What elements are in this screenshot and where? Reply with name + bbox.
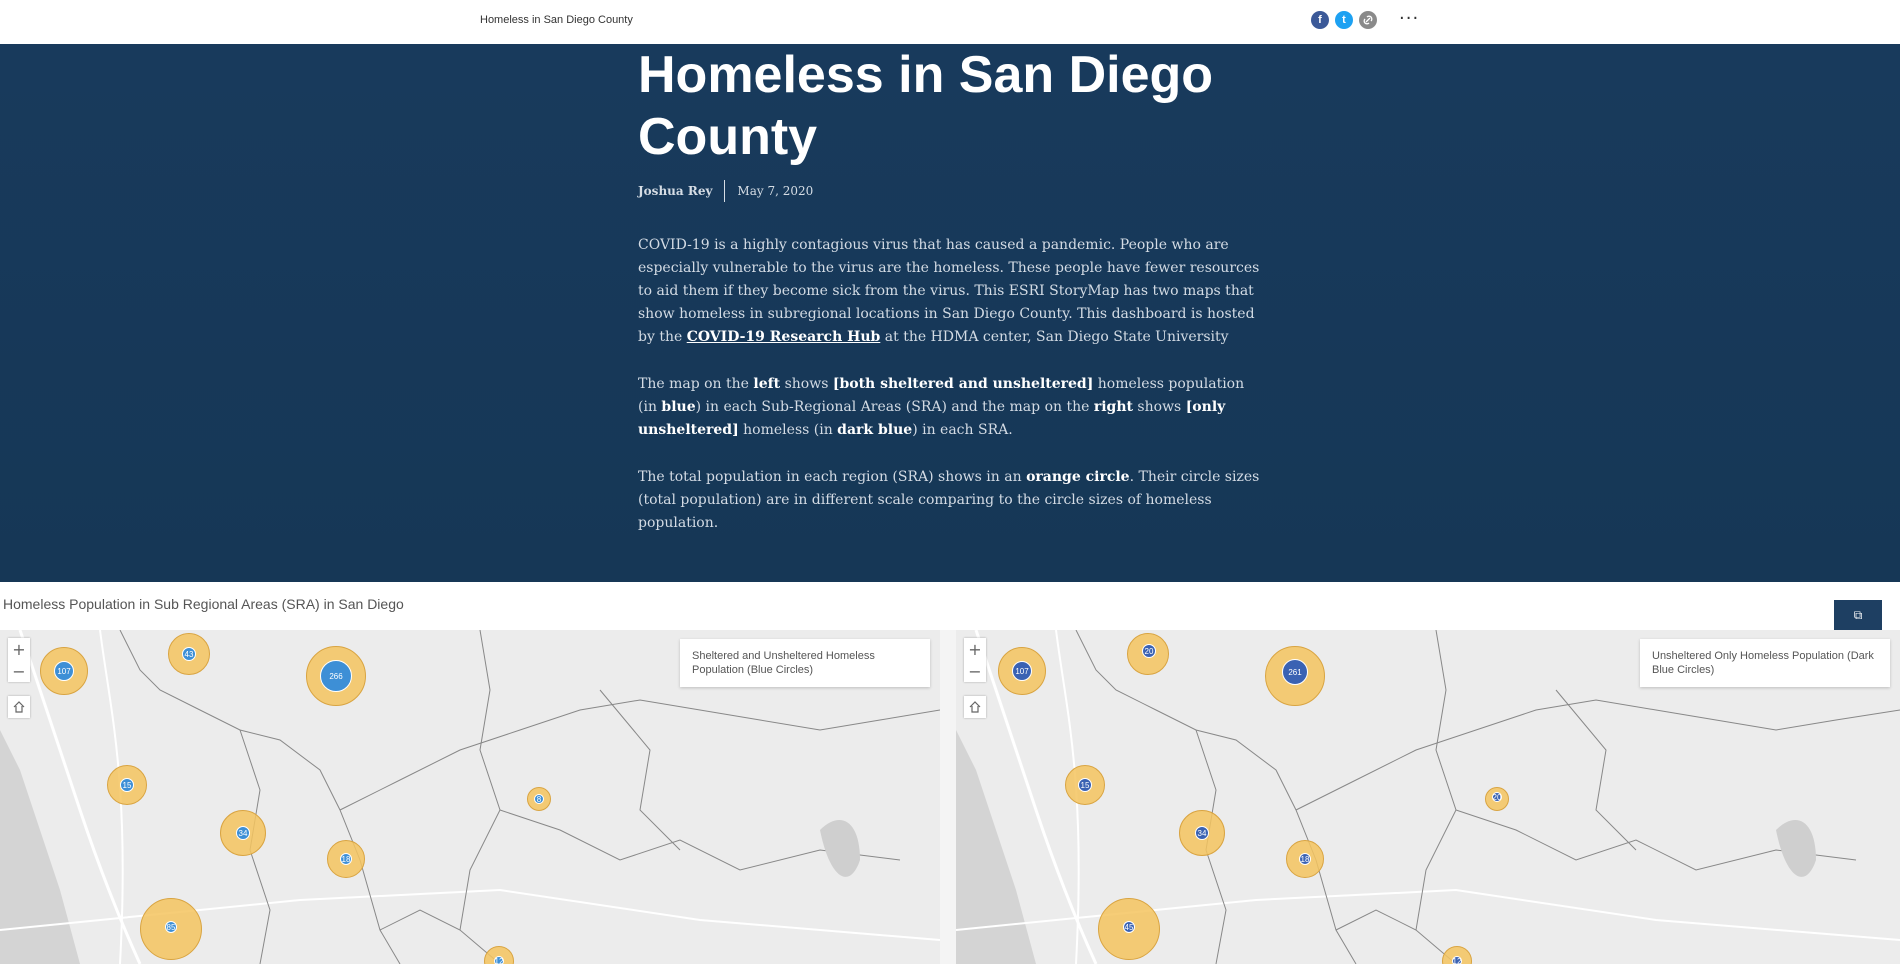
map-legend: Sheltered and Unsheltered Homeless Popul… [680, 639, 930, 687]
population-circle[interactable]: 8 [527, 787, 551, 811]
homeless-circle: 261 [1282, 659, 1308, 685]
more-options-icon[interactable]: ··· [1399, 8, 1419, 29]
text-run: homeless (in [738, 422, 838, 438]
homeless-circle: 20 [1142, 644, 1156, 658]
population-circle[interactable]: 266 [306, 646, 366, 706]
population-circle[interactable]: 107 [40, 647, 88, 695]
text-run: shows [780, 376, 833, 392]
homeless-circle: 107 [1012, 661, 1032, 681]
population-circle[interactable]: 34 [220, 810, 266, 856]
homeless-circle: 43 [182, 647, 196, 661]
homeless-circle: 266 [320, 660, 352, 692]
zoom-out-button[interactable]: − [8, 660, 30, 682]
homeless-circle: 45 [1123, 921, 1135, 933]
population-circle[interactable]: 261 [1265, 646, 1325, 706]
map-section-header: Homeless Population in Sub Regional Area… [0, 582, 1900, 630]
population-circle[interactable]: 85 [140, 898, 202, 960]
text-run: ) in each SRA. [912, 422, 1013, 438]
population-circle[interactable]: 15 [107, 765, 147, 805]
right-map[interactable]: + − Unsheltered Only Homeless Population… [956, 630, 1900, 964]
publish-date: May 7, 2020 [737, 184, 814, 198]
author-name: Joshua Rey [638, 184, 713, 198]
bold-text: blue [661, 399, 696, 415]
homeless-circle: 12 [1452, 956, 1462, 964]
zoom-in-button[interactable]: + [8, 638, 30, 660]
population-circle[interactable]: 43 [168, 633, 210, 675]
homeless-circle: 34 [1195, 826, 1209, 840]
homeless-circle: 85 [165, 921, 177, 933]
intro-paragraph-2: The map on the left shows [both sheltere… [638, 373, 1260, 442]
byline: Joshua Rey May 7, 2020 [638, 180, 813, 202]
bold-text: right [1093, 399, 1133, 415]
zoom-in-button[interactable]: + [964, 638, 986, 660]
homeless-circle: 8 [534, 794, 544, 804]
byline-divider [724, 180, 726, 202]
home-button[interactable] [8, 696, 30, 718]
homeless-circle: 18 [340, 853, 352, 865]
home-button[interactable] [964, 696, 986, 718]
homeless-circle: 18 [1299, 853, 1311, 865]
homeless-circle: 107 [54, 661, 74, 681]
homeless-circle: 12 [494, 956, 504, 964]
population-circle[interactable]: 45 [1098, 898, 1160, 960]
population-circle[interactable]: 15 [1065, 765, 1105, 805]
population-circle[interactable]: 107 [998, 647, 1046, 695]
homeless-circle: 15 [1078, 778, 1092, 792]
population-circle[interactable]: 20 [1485, 787, 1509, 811]
intro-paragraph-1: COVID-19 is a highly contagious virus th… [638, 234, 1260, 349]
intro-text: COVID-19 is a highly contagious virus th… [638, 234, 1260, 559]
bold-text: orange circle [1026, 469, 1130, 485]
text-run: The map on the [638, 376, 754, 392]
research-hub-link[interactable]: COVID-19 Research Hub [687, 329, 881, 345]
external-link-icon: ⧉ [1853, 607, 1863, 622]
bold-text: left [753, 376, 781, 392]
zoom-control: + − [8, 638, 30, 682]
population-circle[interactable]: 20 [1127, 633, 1169, 675]
text-run: The total population in each region (SRA… [638, 469, 1027, 485]
facebook-share-icon[interactable]: f [1311, 11, 1329, 29]
zoom-out-button[interactable]: − [964, 660, 986, 682]
map-divider [940, 630, 956, 964]
top-bar: Homeless in San Diego County f t ··· [0, 0, 1900, 45]
left-map[interactable]: + − Sheltered and Unsheltered Homeless P… [0, 630, 940, 964]
homeless-circle: 20 [1492, 792, 1502, 802]
text-run: shows [1132, 399, 1186, 415]
homeless-circle: 15 [120, 778, 134, 792]
twitter-share-icon[interactable]: t [1335, 11, 1353, 29]
population-circle[interactable]: 18 [1286, 840, 1324, 878]
map-legend: Unsheltered Only Homeless Population (Da… [1640, 639, 1890, 687]
map-section-title: Homeless Population in Sub Regional Area… [3, 596, 404, 612]
copy-link-icon[interactable] [1359, 11, 1377, 29]
population-circle[interactable]: 18 [327, 840, 365, 878]
text-run: at the HDMA center, San Diego State Univ… [880, 329, 1229, 345]
population-circle[interactable]: 34 [1179, 810, 1225, 856]
bold-text: dark blue [837, 422, 913, 438]
home-icon [969, 701, 981, 713]
story-header: Homeless in San Diego County Joshua Rey … [0, 44, 1900, 582]
story-title: Homeless in San Diego County [638, 46, 1214, 166]
zoom-control: + − [964, 638, 986, 682]
text-run: ) in each Sub-Regional Areas (SRA) and t… [695, 399, 1094, 415]
expand-map-button[interactable]: ⧉ [1834, 600, 1882, 630]
site-title[interactable]: Homeless in San Diego County [480, 14, 633, 26]
bold-text: [both sheltered and unsheltered] [832, 376, 1094, 392]
home-icon [13, 701, 25, 713]
intro-paragraph-3: The total population in each region (SRA… [638, 466, 1260, 535]
homeless-circle: 34 [236, 826, 250, 840]
